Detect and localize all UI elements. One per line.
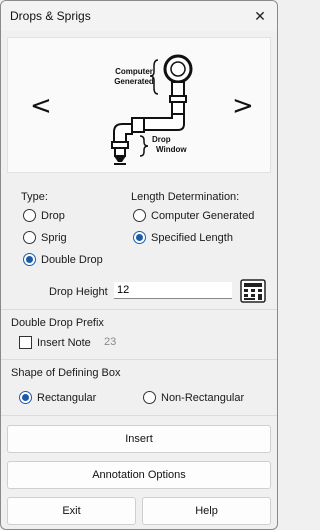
window-title: Drops & Sprigs (10, 9, 91, 23)
radio-circle[interactable] (23, 209, 36, 222)
type-drop-radio[interactable]: Drop (23, 209, 65, 222)
radio-label: Specified Length (151, 231, 233, 244)
type-double-drop-radio[interactable]: Double Drop (23, 253, 103, 266)
preview-panel: < > Computer Generated Drop Window (7, 37, 271, 173)
title-bar: Drops & Sprigs ✕ (1, 1, 277, 31)
radio-label: Sprig (41, 231, 67, 244)
annotation-options-button[interactable]: Annotation Options (7, 461, 271, 489)
double-drop-prefix-label: Double Drop Prefix (11, 317, 104, 329)
radio-circle[interactable] (19, 391, 32, 404)
radio-circle[interactable] (23, 231, 36, 244)
drops-sprigs-dialog: Drops & Sprigs ✕ < > Computer Generated … (0, 0, 278, 530)
previous-arrow-button[interactable]: < (30, 93, 52, 119)
radio-circle[interactable] (143, 391, 156, 404)
drop-label: Drop (152, 135, 171, 144)
shape-non-rectangular-radio[interactable]: Non-Rectangular (143, 391, 244, 404)
type-sprig-radio[interactable]: Sprig (23, 231, 67, 244)
radio-circle[interactable] (133, 209, 146, 222)
window-label: Window (156, 145, 187, 154)
insert-note-label: Insert Note (37, 336, 91, 349)
radio-circle[interactable] (133, 231, 146, 244)
length-computer-generated-radio[interactable]: Computer Generated (133, 209, 254, 222)
radio-circle[interactable] (23, 253, 36, 266)
shape-rectangular-radio[interactable]: Rectangular (19, 391, 96, 404)
insert-button[interactable]: Insert (7, 425, 271, 453)
close-icon[interactable]: ✕ (249, 7, 271, 25)
drop-height-input[interactable] (114, 282, 232, 299)
divider (1, 359, 277, 360)
insert-note-checkbox-row[interactable]: Insert Note (19, 336, 91, 349)
calculator-icon[interactable] (240, 279, 266, 303)
radio-label: Drop (41, 209, 65, 222)
help-button[interactable]: Help (142, 497, 271, 525)
computer-label: Computer (115, 67, 153, 76)
radio-label: Computer Generated (151, 209, 255, 222)
drop-pipe-diagram: Computer Generated Drop Window (111, 54, 193, 165)
divider (1, 415, 277, 416)
note-number: 23 (104, 336, 117, 348)
length-specified-length-radio[interactable]: Specified Length (133, 231, 233, 244)
next-arrow-button[interactable]: > (232, 93, 254, 119)
drop-height-label: Drop Height (49, 286, 108, 298)
insert-note-checkbox[interactable] (19, 336, 32, 349)
shape-of-defining-box-label: Shape of Defining Box (11, 367, 121, 379)
generated-label: Generated (114, 77, 154, 86)
length-determination-label: Length Determination: (131, 191, 240, 203)
type-label: Type: (21, 191, 48, 203)
exit-button[interactable]: Exit (7, 497, 136, 525)
radio-label: Non-Rectangular (161, 391, 245, 404)
radio-label: Rectangular (37, 391, 97, 404)
divider (1, 309, 277, 310)
radio-label: Double Drop (41, 253, 103, 266)
